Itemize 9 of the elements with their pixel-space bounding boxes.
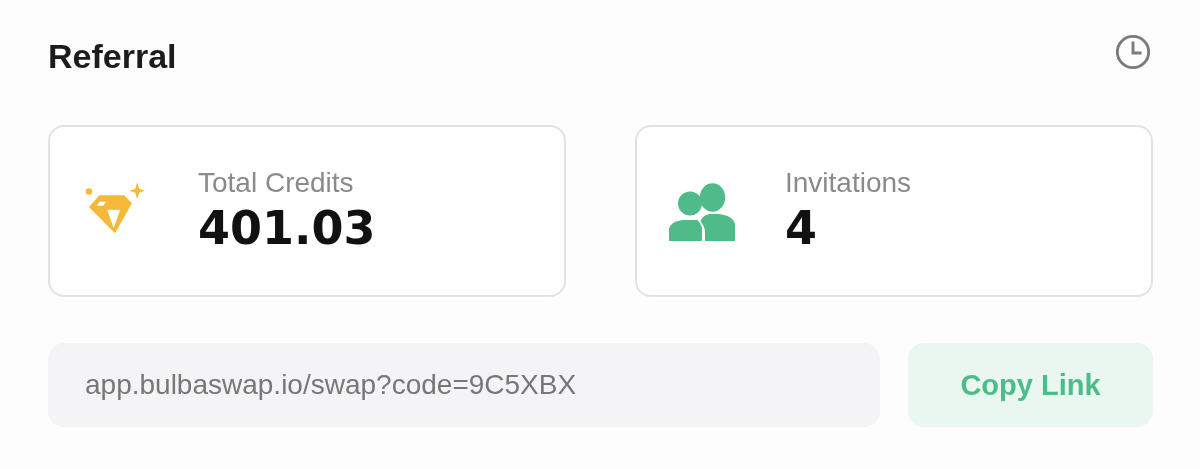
stat-label: Invitations	[785, 167, 912, 199]
history-icon[interactable]	[1114, 33, 1152, 71]
stat-value: 4	[785, 201, 818, 255]
section-title: Referral	[48, 36, 177, 76]
stat-label: Total Credits	[198, 167, 355, 199]
stat-value: 401.03	[198, 201, 376, 255]
referral-link-field[interactable]: app.bulbaswap.io/swap?code=9C5XBX	[48, 343, 880, 427]
copy-link-button[interactable]: Copy Link	[908, 343, 1153, 427]
users-icon	[667, 181, 737, 241]
